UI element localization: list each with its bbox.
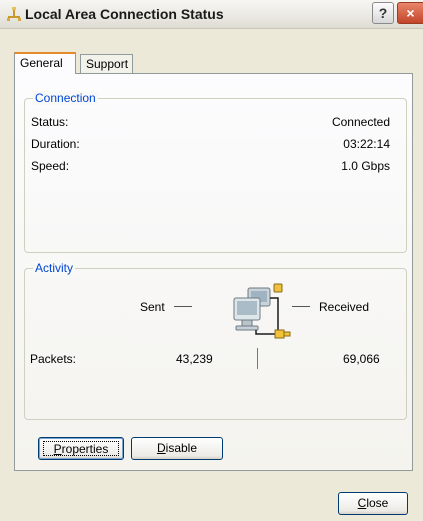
connection-status-window: Local Area Connection Status ? × General…: [0, 0, 423, 521]
received-label: Received: [319, 300, 370, 314]
network-connection-icon: [7, 7, 21, 21]
speed-label: Speed:: [31, 159, 70, 173]
title-bar[interactable]: Local Area Connection Status ? ×: [0, 0, 423, 29]
properties-button[interactable]: Properties: [38, 437, 124, 460]
status-label: Status:: [31, 115, 69, 129]
tab-support[interactable]: Support: [80, 54, 133, 73]
properties-focus-rect: Properties: [43, 441, 119, 456]
received-line: [292, 306, 310, 307]
status-value: Connected: [331, 115, 390, 129]
disable-button[interactable]: Disable: [131, 437, 223, 460]
tab-general[interactable]: General: [14, 52, 76, 74]
activity-legend: Activity: [33, 261, 76, 275]
disable-label: isable: [165, 441, 198, 455]
help-button[interactable]: ?: [372, 2, 394, 24]
sent-label: Sent: [140, 300, 165, 314]
connection-group: Connection Status: Connected Duration: 0…: [24, 91, 407, 253]
connection-legend: Connection: [33, 91, 98, 105]
packets-label: Packets:: [30, 352, 77, 366]
activity-group: Activity: [24, 261, 407, 420]
packets-sent-value: 43,239: [176, 352, 213, 366]
disable-accel: D: [156, 441, 166, 455]
packets-divider: [257, 348, 258, 369]
title-close-button[interactable]: ×: [397, 2, 423, 24]
duration-value: 03:22:14: [343, 137, 390, 151]
network-computers-icon: [233, 283, 291, 339]
speed-value: 1.0 Gbps: [341, 159, 390, 173]
duration-label: Duration:: [31, 137, 80, 151]
close-button[interactable]: Close: [338, 492, 408, 515]
properties-label: roperties: [61, 442, 109, 456]
packets-received-value: 69,066: [343, 352, 380, 366]
sent-line: [174, 306, 192, 307]
window-title: Local Area Connection Status: [25, 6, 224, 22]
close-label: lose: [366, 496, 389, 510]
properties-accel: P: [53, 442, 62, 456]
